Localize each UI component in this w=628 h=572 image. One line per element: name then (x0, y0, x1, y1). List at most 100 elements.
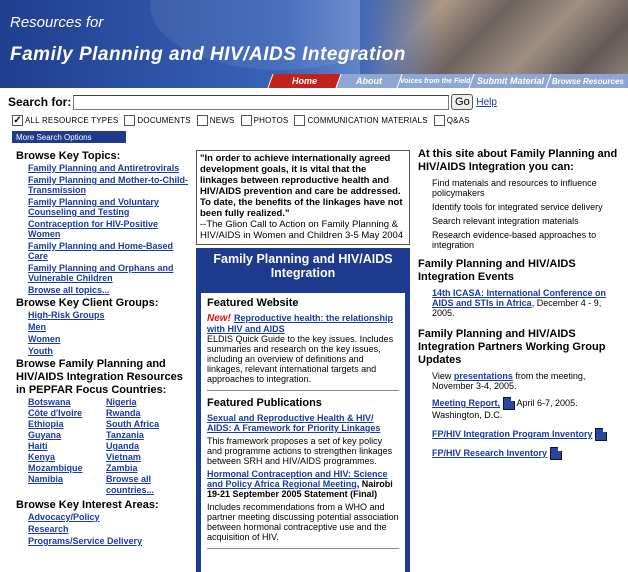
nav-home[interactable]: Home (267, 74, 341, 88)
topic-link[interactable]: Family Planning and Antiretrovirals (28, 163, 192, 173)
filter-communication[interactable]: Communication Materials (294, 114, 428, 126)
search-label: Search for: (8, 95, 72, 109)
quote-source: --The Glion Call to Action on Family Pla… (200, 219, 404, 241)
interest-link[interactable]: Advocacy/Policy (28, 512, 192, 522)
document-icon[interactable] (502, 397, 515, 410)
divider (207, 548, 399, 549)
about-heading: At this site about Family Planning and H… (418, 148, 618, 173)
inventory-item: FP/HIV Integration Program Inventory (432, 428, 624, 441)
client-groups-heading: Browse Key Client Groups: (16, 297, 159, 309)
meeting-report-link[interactable]: Meeting Report, (432, 398, 500, 408)
topic-link[interactable]: Contraception for HIV-Positive Women (28, 219, 192, 239)
country-link[interactable]: Tanzania (106, 430, 182, 441)
site-title: Family Planning and HIV/AIDS Integration (10, 44, 406, 65)
inventory-link[interactable]: FP/HIV Research Inventory (432, 448, 547, 458)
filter-documents[interactable]: Documents (124, 114, 191, 126)
topic-link[interactable]: Family Planning and Mother-to-Child-Tran… (28, 175, 192, 195)
browse-all-countries-link[interactable]: Browse all countries... (106, 474, 182, 496)
resources-for-text: Resources for (10, 14, 104, 31)
checkbox-icon[interactable] (240, 114, 252, 126)
top-nav: Home About Voices from the Field Submit … (267, 74, 628, 88)
country-link[interactable]: South Africa (106, 419, 182, 430)
event-item: 14th ICASA: International Conference on … (432, 288, 607, 318)
checkbox-icon[interactable]: ✓ (12, 114, 23, 126)
interest-link[interactable]: Research (28, 524, 192, 534)
topics-heading: Browse Key Topics: (16, 150, 121, 162)
client-group-link[interactable]: High-Risk Groups (28, 310, 192, 320)
about-item: Search relevant integration materials (432, 216, 579, 226)
resource-type-filters: ✓ All Resource Types Documents News Photo… (12, 113, 476, 127)
country-link[interactable]: Uganda (106, 441, 182, 452)
publication-description: This framework proposes a set of key pol… (207, 436, 393, 466)
topic-link[interactable]: Family Planning and Orphans and Vulnerab… (28, 263, 192, 283)
country-link[interactable]: Côte d'Ivoire (28, 408, 104, 419)
browse-all-topics-link[interactable]: Browse all topics... (28, 285, 192, 295)
more-search-options-button[interactable]: More Search Options (12, 131, 126, 143)
quote-box: "In order to achieve internationally agr… (196, 150, 410, 245)
quote-text: "In order to achieve internationally agr… (200, 153, 403, 219)
country-link[interactable]: Ethiopia (28, 419, 104, 430)
nav-submit[interactable]: Submit Material (468, 74, 551, 88)
client-group-link[interactable]: Women (28, 334, 192, 344)
filter-photos[interactable]: Photos (240, 114, 289, 126)
about-item: Find materials and resources to influenc… (432, 178, 597, 198)
country-grid: Botswana Nigeria Côte d'Ivoire Rwanda Et… (28, 397, 192, 496)
document-icon[interactable] (549, 447, 562, 460)
presentations-item: View presentations from the meeting, Nov… (432, 371, 586, 391)
filter-qa[interactable]: Q&As (433, 114, 470, 126)
help-link[interactable]: Help (476, 97, 497, 108)
presentations-link[interactable]: presentations (454, 371, 513, 381)
featured-website-description: ELDIS Quick Guide to the key issues. Inc… (207, 334, 394, 384)
nav-about[interactable]: About (335, 74, 402, 88)
country-link[interactable]: Kenya (28, 452, 104, 463)
interest-heading: Browse Key Interest Areas: (16, 499, 159, 511)
client-group-link[interactable]: Youth (28, 346, 192, 356)
interest-link[interactable]: Programs/Service Delivery (28, 536, 192, 546)
publication-description: Includes recommendations from a WHO and … (207, 502, 399, 542)
partners-heading: Family Planning and HIV/AIDS Integration… (418, 328, 606, 366)
featured-website-link[interactable]: Reproductive health: the relationship wi… (207, 313, 393, 334)
filter-all[interactable]: ✓ All Resource Types (12, 114, 118, 126)
country-link[interactable]: Haiti (28, 441, 104, 452)
country-link[interactable]: Mozambique (28, 463, 104, 474)
country-link[interactable]: Nigeria (106, 397, 182, 408)
featured-box: Featured Website New! Reproductive healt… (201, 293, 405, 572)
country-link[interactable]: Namibia (28, 474, 104, 496)
center-panel: Family Planning and HIV/AIDS Integration… (196, 248, 410, 572)
checkbox-icon[interactable] (196, 114, 208, 126)
go-button[interactable]: Go (451, 94, 474, 110)
about-item: Research evidence-based approaches to in… (432, 230, 597, 250)
divider (207, 390, 399, 391)
inventory-link[interactable]: FP/HIV Integration Program Inventory (432, 429, 593, 439)
document-icon[interactable] (595, 428, 608, 441)
topic-link[interactable]: Family Planning and Voluntary Counseling… (28, 197, 192, 217)
filter-news[interactable]: News (196, 114, 235, 126)
inventory-item: FP/HIV Research Inventory (432, 447, 624, 460)
checkbox-icon[interactable] (433, 114, 445, 126)
country-link[interactable]: Botswana (28, 397, 104, 408)
checkbox-icon[interactable] (124, 114, 136, 126)
featured-publications-heading: Featured Publications (207, 397, 322, 409)
new-badge: New! (207, 313, 231, 324)
panel-title: Family Planning and HIV/AIDS Integration (213, 252, 393, 280)
country-link[interactable]: Vietnam (106, 452, 182, 463)
about-item: Identify tools for integrated service de… (432, 202, 603, 212)
left-column: Browse Key Topics: Family Planning and A… (16, 150, 192, 548)
featured-website-heading: Featured Website (207, 297, 299, 309)
nav-voices[interactable]: Voices from the Field (396, 74, 474, 88)
topic-link[interactable]: Family Planning and Home-Based Care (28, 241, 192, 261)
publication-link[interactable]: Sexual and Reproductive Health & HIV/ AI… (207, 413, 399, 433)
country-link[interactable]: Zambia (106, 463, 182, 474)
client-group-link[interactable]: Men (28, 322, 192, 332)
events-heading: Family Planning and HIV/AIDS Integration… (418, 258, 576, 283)
country-link[interactable]: Rwanda (106, 408, 182, 419)
search-input[interactable] (73, 94, 450, 110)
nav-browse[interactable]: Browse Resources (545, 74, 628, 88)
countries-heading: Browse Family Planning and HIV/AIDS Inte… (16, 358, 183, 396)
meeting-report-item: Meeting Report, April 6-7, 2005. Washing… (432, 397, 578, 420)
search-row: Search for: Go Help (8, 94, 628, 110)
checkbox-icon[interactable] (294, 114, 306, 126)
right-column: At this site about Family Planning and H… (418, 148, 624, 464)
country-link[interactable]: Guyana (28, 430, 104, 441)
header-banner: Resources for Family Planning and HIV/AI… (0, 0, 628, 88)
